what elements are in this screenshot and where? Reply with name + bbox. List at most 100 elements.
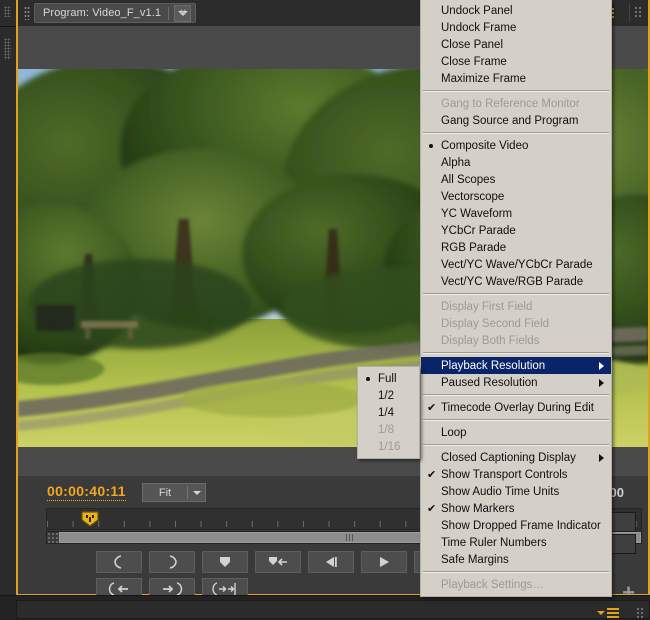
go-to-in-button[interactable] — [255, 551, 301, 573]
menu-item-label: Composite Video — [441, 139, 529, 152]
left-dock-strip — [0, 0, 17, 620]
dock-grip-icon[interactable] — [4, 6, 11, 17]
application-window: Program: Video_F_v1.1 × 00:00:40:11 Fit … — [0, 0, 650, 620]
bottom-panel-menu-button[interactable] — [597, 608, 619, 618]
playhead-marker-icon[interactable] — [81, 511, 99, 527]
submenu-item-1-4[interactable]: 1/4 — [358, 404, 419, 421]
menu-item-label: Show Transport Controls — [441, 468, 568, 481]
menu-item-label: Vect/YC Wave/YCbCr Parade — [441, 258, 593, 271]
menu-item-gang-source-and-program[interactable]: Gang Source and Program — [421, 112, 611, 129]
menu-item-safe-margins[interactable]: Safe Margins — [421, 551, 611, 568]
menu-item-time-ruler-numbers[interactable]: Time Ruler Numbers — [421, 534, 611, 551]
submenu-item-label: 1/4 — [378, 406, 394, 419]
bottom-dots-grip-icon[interactable] — [636, 607, 644, 619]
menu-item-label: Gang Source and Program — [441, 114, 579, 127]
menu-item-label: Time Ruler Numbers — [441, 536, 547, 549]
submenu-item-full[interactable]: Full — [358, 370, 419, 387]
menu-item-all-scopes[interactable]: All Scopes — [421, 171, 611, 188]
radio-bullet-icon — [429, 144, 433, 148]
menu-separator — [423, 352, 609, 354]
checkmark-icon: ✔ — [427, 402, 437, 414]
menu-item-label: RGB Parade — [441, 241, 507, 254]
menu-item-label: Display Both Fields — [441, 334, 540, 347]
scrollbar-grip-icon[interactable] — [47, 532, 59, 543]
menu-item-label: Close Frame — [441, 55, 507, 68]
bottom-panel-header — [16, 600, 650, 619]
menu-item-undock-panel[interactable]: Undock Panel — [421, 2, 611, 19]
dock-grip-icon-2[interactable] — [4, 38, 11, 60]
menu-item-loop[interactable]: Loop — [421, 424, 611, 441]
menu-item-label: Loop — [441, 426, 467, 439]
hamburger-icon — [607, 608, 619, 618]
submenu-item-1-16: 1/16 — [358, 438, 419, 455]
zoom-level-dropdown[interactable]: Fit — [142, 483, 206, 502]
submenu-item-1-8: 1/8 — [358, 421, 419, 438]
menu-item-label: Alpha — [441, 156, 471, 169]
submenu-item-label: 1/16 — [378, 440, 401, 453]
zoom-level-value: Fit — [158, 486, 172, 499]
tab-separator — [168, 6, 170, 20]
menu-item-show-transport-controls[interactable]: ✔ Show Transport Controls — [421, 466, 611, 483]
menu-item-display-first-field: Display First Field — [421, 298, 611, 315]
panel-grip-right[interactable] — [629, 3, 644, 22]
tab-drag-grip-icon[interactable] — [24, 6, 30, 20]
current-timecode[interactable]: 00:00:40:11 — [47, 483, 126, 501]
menu-item-vectorscope[interactable]: Vectorscope — [421, 188, 611, 205]
menu-item-yc-waveform[interactable]: YC Waveform — [421, 205, 611, 222]
menu-item-label: Playback Resolution — [441, 359, 546, 372]
menu-item-show-audio-time-units[interactable]: Show Audio Time Units — [421, 483, 611, 500]
play-stop-button[interactable] — [361, 551, 407, 573]
menu-item-vect-yc-wave-rgb-parade[interactable]: Vect/YC Wave/RGB Parade — [421, 273, 611, 290]
menu-item-playback-resolution[interactable]: Playback Resolution — [421, 357, 611, 374]
checkmark-icon: ✔ — [427, 503, 437, 515]
menu-separator — [423, 394, 609, 396]
menu-item-label: Show Dropped Frame Indicator — [441, 519, 601, 532]
menu-item-rgb-parade[interactable]: RGB Parade — [421, 239, 611, 256]
menu-item-label: Closed Captioning Display — [441, 451, 576, 464]
menu-item-timecode-overlay-during-edit[interactable]: ✔ Timecode Overlay During Edit — [421, 399, 611, 416]
menu-item-paused-resolution[interactable]: Paused Resolution — [421, 374, 611, 391]
mark-out-button[interactable] — [149, 551, 195, 573]
menu-item-composite-video[interactable]: Composite Video — [421, 137, 611, 154]
menu-item-alpha[interactable]: Alpha — [421, 154, 611, 171]
menu-item-label: Close Panel — [441, 38, 504, 51]
menu-item-show-markers[interactable]: ✔ Show Markers — [421, 500, 611, 517]
menu-item-show-dropped-frame-indicator[interactable]: Show Dropped Frame Indicator — [421, 517, 611, 534]
submenu-item-label: 1/8 — [378, 423, 394, 436]
add-marker-button[interactable] — [202, 551, 248, 573]
menu-item-close-frame[interactable]: Close Frame — [421, 53, 611, 70]
menu-item-label: Display Second Field — [441, 317, 550, 330]
menu-item-display-both-fields: Display Both Fields — [421, 332, 611, 349]
tab-close-button[interactable]: × — [176, 5, 190, 19]
step-back-button[interactable] — [308, 551, 354, 573]
tab-program-monitor[interactable]: Program: Video_F_v1.1 — [34, 3, 197, 23]
panel-context-menu[interactable]: Undock Panel Undock Frame Close Panel Close… — [420, 0, 612, 597]
menu-item-gang-to-reference-monitor: Gang to Reference Monitor — [421, 95, 611, 112]
menu-item-label: Show Markers — [441, 502, 515, 515]
menu-item-label: Undock Frame — [441, 21, 517, 34]
menu-item-close-panel[interactable]: Close Panel — [421, 36, 611, 53]
submenu-item-1-2[interactable]: 1/2 — [358, 387, 419, 404]
menu-separator — [423, 444, 609, 446]
menu-item-label: Vectorscope — [441, 190, 505, 203]
menu-item-label: Maximize Frame — [441, 72, 526, 85]
menu-separator — [423, 571, 609, 573]
menu-item-label: All Scopes — [441, 173, 496, 186]
radio-bullet-icon — [366, 377, 370, 381]
menu-separator — [423, 419, 609, 421]
menu-item-undock-frame[interactable]: Undock Frame — [421, 19, 611, 36]
menu-item-ycbcr-parade[interactable]: YCbCr Parade — [421, 222, 611, 239]
menu-item-vect-yc-wave-ycbcr-parade[interactable]: Vect/YC Wave/YCbCr Parade — [421, 256, 611, 273]
mark-in-button[interactable] — [96, 551, 142, 573]
menu-item-maximize-frame[interactable]: Maximize Frame — [421, 70, 611, 87]
menu-item-closed-captioning-display[interactable]: Closed Captioning Display — [421, 449, 611, 466]
menu-item-label: Gang to Reference Monitor — [441, 97, 580, 110]
submenu-item-label: 1/2 — [378, 389, 394, 402]
menu-separator — [423, 132, 609, 134]
playback-resolution-submenu[interactable]: Full 1/2 1/4 1/8 1/16 — [357, 366, 420, 459]
menu-separator — [423, 90, 609, 92]
dots-grip-icon — [634, 6, 641, 19]
menu-item-label: Paused Resolution — [441, 376, 538, 389]
dock-divider — [0, 26, 16, 27]
menu-item-label: Show Audio Time Units — [441, 485, 560, 498]
